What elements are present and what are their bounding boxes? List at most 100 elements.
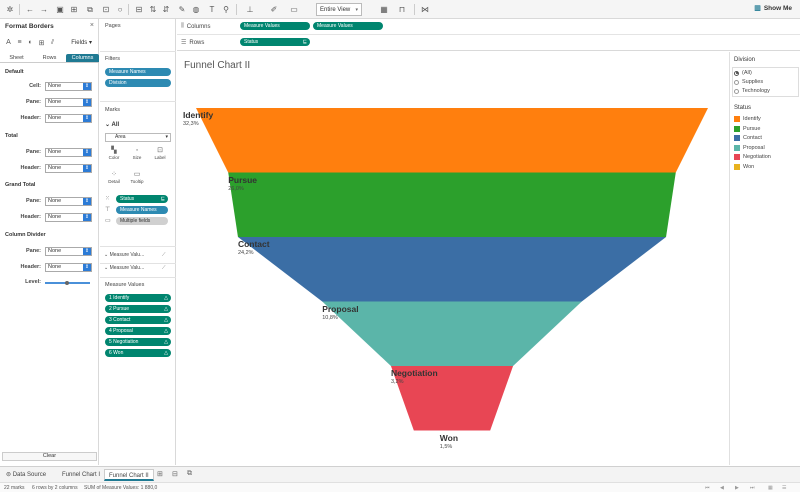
pin-icon[interactable]: ⚲: [220, 3, 232, 16]
measure-value-pill[interactable]: 1 Identify △: [105, 294, 171, 302]
duplicate-icon[interactable]: ⊡: [100, 3, 112, 16]
multiple-fields-pill[interactable]: Multiple fields: [116, 217, 168, 225]
sort-asc-icon[interactable]: ⇅: [147, 3, 159, 16]
tableau-logo-icon[interactable]: ✲: [4, 3, 16, 16]
status-legend-item[interactable]: Identify: [734, 116, 761, 122]
slider-handle[interactable]: [65, 281, 69, 285]
tooltip-label: Tooltip: [130, 179, 144, 184]
division-option[interactable]: Supplies: [734, 79, 763, 85]
status-legend-item[interactable]: Pursue: [734, 125, 760, 132]
sort-desc-icon[interactable]: ⇵: [160, 3, 172, 16]
mark-type-select[interactable]: Area ▾: [105, 133, 171, 142]
refresh-icon[interactable]: ○: [114, 3, 126, 16]
borders-icon[interactable]: ⊞: [37, 38, 46, 47]
tab-rows[interactable]: Rows: [33, 54, 66, 62]
font-icon[interactable]: A: [4, 38, 13, 47]
funnel-segment-contact[interactable]: [237, 237, 667, 302]
measure-values-card-1[interactable]: ⌄ Measure Valu... ⟋: [104, 252, 172, 258]
detail-button[interactable]: ⁘ Detail: [105, 171, 123, 186]
group-icon[interactable]: ◍: [190, 3, 202, 16]
columns-pill-measure-values-1[interactable]: Measure Values: [240, 22, 310, 30]
status-legend-item[interactable]: Negotiation: [734, 154, 771, 160]
undo-icon[interactable]: ←: [24, 3, 36, 16]
label-button[interactable]: ⊡ Label: [151, 147, 169, 162]
status-legend-item[interactable]: Contact: [734, 135, 762, 141]
redo-icon[interactable]: →: [38, 3, 50, 16]
new-sheet-icon[interactable]: ⧉: [84, 3, 96, 16]
filter-pill-division[interactable]: Division: [105, 79, 171, 87]
marks-all-label[interactable]: ⌄ All: [105, 121, 119, 128]
radio-icon: [734, 70, 739, 76]
lines-icon[interactable]: ⫽: [48, 38, 57, 47]
fields-dropdown[interactable]: Fields ▾: [71, 39, 92, 46]
swap-icon[interactable]: ⊟: [133, 3, 145, 16]
presentation-icon[interactable]: ▭: [288, 3, 300, 16]
tab-columns[interactable]: Columns: [66, 54, 99, 62]
tab-sheet[interactable]: Sheet: [0, 54, 33, 62]
share-icon[interactable]: ⋈: [419, 3, 431, 16]
sort-icon: ⊑: [302, 39, 307, 45]
divider-pane-select[interactable]: None ⇕: [45, 247, 92, 256]
rows-cols-count: 6 rows by 2 columns: [32, 485, 78, 491]
grand-total-header-select[interactable]: None ⇕: [45, 213, 92, 222]
tab-funnel-chart-i[interactable]: Funnel Chart I: [58, 469, 104, 481]
tooltip-button[interactable]: ▭ Tooltip: [128, 171, 146, 186]
new-datasource-icon[interactable]: ⊞: [68, 3, 80, 16]
new-dashboard-icon[interactable]: ⊟: [172, 470, 178, 478]
measure-value-pill[interactable]: 5 Negotiation △: [105, 338, 171, 346]
show-cards-icon[interactable]: ▦: [378, 3, 390, 16]
filter-pill-measure-names[interactable]: Measure Names: [105, 68, 171, 76]
clear-button[interactable]: Clear: [2, 452, 97, 461]
measure-value-pill[interactable]: 2 Pursue △: [105, 305, 171, 313]
list-view-icon[interactable]: ☰: [782, 485, 786, 491]
measure-value-pill[interactable]: 4 Proposal △: [105, 327, 171, 335]
size-button[interactable]: ◦ Size: [128, 147, 146, 162]
divider-header-select[interactable]: None ⇕: [45, 263, 92, 272]
tab-funnel-chart-ii[interactable]: Funnel Chart II: [104, 469, 154, 481]
funnel-segment-proposal[interactable]: [322, 301, 582, 367]
division-option[interactable]: (All): [734, 70, 752, 76]
alignment-icon[interactable]: ≡: [15, 38, 24, 47]
grid-view-icon[interactable]: ▦: [768, 485, 773, 491]
rows-pill-status[interactable]: Status ⊑: [240, 38, 310, 46]
default-pane-select[interactable]: None ⇕: [45, 98, 92, 107]
color-button[interactable]: ▚ Color: [105, 147, 123, 162]
pen-icon[interactable]: ✐: [268, 3, 280, 16]
nav-last-icon[interactable]: ⏭: [750, 485, 755, 491]
default-cell-select[interactable]: None ⇕: [45, 82, 92, 91]
fix-axes-icon[interactable]: ⊥: [244, 3, 256, 16]
save-icon[interactable]: ▣: [54, 3, 66, 16]
nav-first-icon[interactable]: ⏮: [705, 485, 710, 491]
status-legend-item[interactable]: Proposal: [734, 144, 765, 151]
total-pane-select[interactable]: None ⇕: [45, 148, 92, 157]
nav-prev-icon[interactable]: ◀: [720, 485, 724, 491]
label-icon[interactable]: T: [206, 3, 218, 16]
shading-icon[interactable]: ◐: [26, 38, 35, 47]
close-icon[interactable]: ×: [90, 22, 94, 29]
grand-total-pane-select[interactable]: None ⇕: [45, 197, 92, 206]
status-legend-item[interactable]: Won: [734, 163, 754, 170]
highlight-icon[interactable]: ✎: [176, 3, 188, 16]
default-header-select[interactable]: None ⇕: [45, 114, 92, 123]
division-option[interactable]: Technology: [734, 88, 770, 94]
funnel-segment-pursue[interactable]: [228, 172, 676, 238]
funnel-segment-identify[interactable]: [196, 108, 708, 173]
nav-next-icon[interactable]: ▶: [735, 485, 739, 491]
status-pill[interactable]: Status ⊑: [116, 195, 168, 203]
columns-pill-measure-values-2[interactable]: Measure Values: [313, 22, 383, 30]
pages-card-title: Pages: [105, 23, 121, 29]
measure-value-pill[interactable]: 6 Won △: [105, 349, 171, 357]
measure-names-pill[interactable]: Measure Names: [116, 206, 168, 214]
total-header-select[interactable]: None ⇕: [45, 164, 92, 173]
tab-data-source[interactable]: ⊜ Data Source: [2, 469, 50, 481]
new-story-icon[interactable]: ⧉: [187, 470, 192, 478]
cell-label: Cell:: [29, 83, 41, 89]
measure-value-pill[interactable]: 3 Contact △: [105, 316, 171, 324]
show-me-button[interactable]: ▥ Show Me: [754, 4, 792, 13]
view-size-select[interactable]: Entire View ▾: [316, 3, 362, 16]
new-worksheet-icon[interactable]: ⊞: [157, 470, 163, 478]
level-slider[interactable]: [45, 281, 90, 285]
show-me-icon: ▥: [754, 5, 761, 12]
device-preview-icon[interactable]: ⊓: [396, 3, 408, 16]
measure-values-card-2[interactable]: ⌄ Measure Valu... ⟋: [104, 265, 172, 271]
